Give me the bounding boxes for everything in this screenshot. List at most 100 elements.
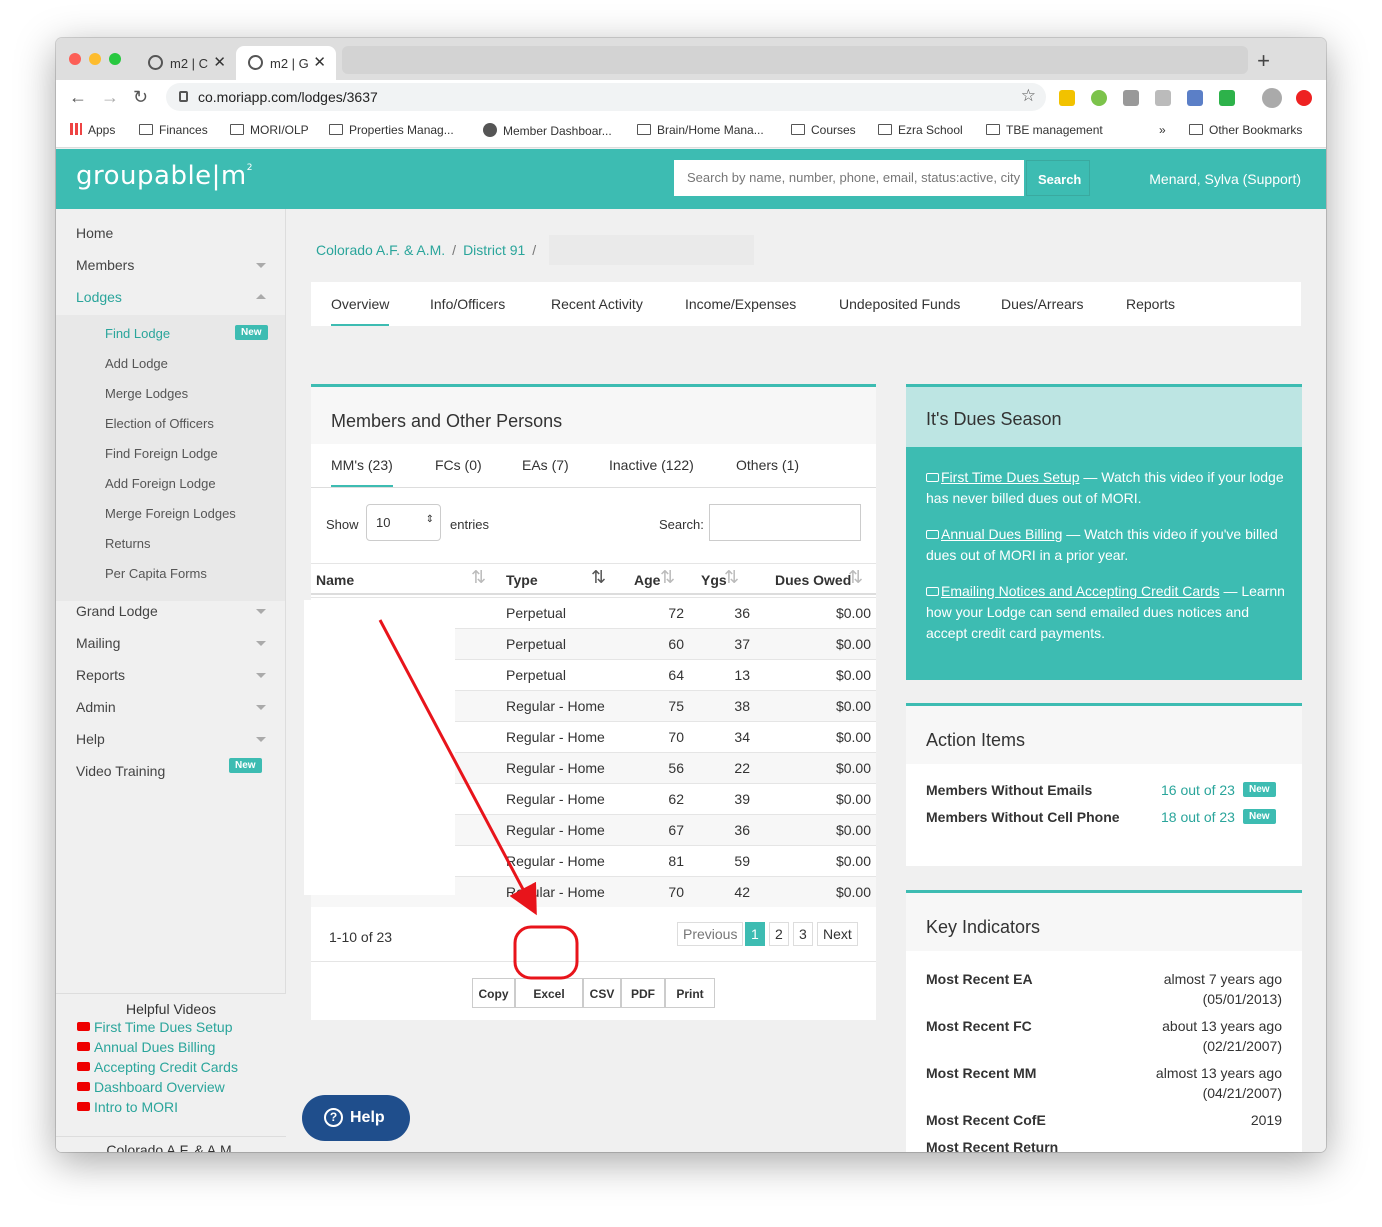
video-link-dashboard[interactable]: Dashboard Overview (77, 1079, 225, 1095)
print-button[interactable]: Print (665, 978, 715, 1008)
subtab-mms[interactable]: MM's (23) (331, 457, 393, 487)
new-tab-icon[interactable]: + (1257, 48, 1270, 74)
bookmarks-overflow-icon[interactable]: » (1159, 123, 1166, 137)
tab-income-expenses[interactable]: Income/Expenses (685, 296, 796, 312)
dropbox-icon[interactable] (1123, 90, 1139, 106)
tab-dues-arrears[interactable]: Dues/Arrears (1001, 296, 1083, 312)
bookmark-tbe[interactable]: TBE management (986, 123, 1103, 137)
camera-icon[interactable] (1187, 90, 1203, 106)
tab-overview[interactable]: Overview (331, 296, 390, 326)
video-link-credit-cards[interactable]: Accepting Credit Cards (77, 1059, 238, 1075)
dues-link-emailing[interactable]: Emailing Notices and Accepting Credit Ca… (941, 583, 1220, 599)
sidebar-item-add-foreign-lodge[interactable]: Add Foreign Lodge (105, 476, 216, 491)
subtab-inactive[interactable]: Inactive (122) (609, 457, 694, 473)
sidebar-item-merge-lodges[interactable]: Merge Lodges (105, 386, 188, 401)
bookmark-finances[interactable]: Finances (139, 123, 208, 137)
tab-recent-activity[interactable]: Recent Activity (551, 296, 643, 312)
column-header-type[interactable]: Type (506, 572, 538, 588)
tab-info-officers[interactable]: Info/Officers (430, 296, 505, 312)
video-link-intro[interactable]: Intro to MORI (77, 1099, 178, 1115)
breadcrumb-district[interactable]: District 91 (463, 242, 525, 258)
action-item-value[interactable]: 16 out of 23 (1161, 782, 1235, 798)
previous-page-button[interactable]: Previous (677, 922, 744, 946)
subtab-fcs[interactable]: FCs (0) (435, 457, 482, 473)
groupable-logo[interactable]: groupable|m2 (76, 161, 253, 191)
sidebar-item-members[interactable]: Members (76, 257, 134, 273)
video-link-annual-dues[interactable]: Annual Dues Billing (77, 1039, 215, 1055)
browser-tab-2[interactable]: m2 | G ✕ (236, 46, 336, 80)
help-button[interactable]: ? Help (302, 1095, 410, 1141)
extension-icon[interactable] (1091, 90, 1107, 106)
search-button[interactable]: Search (1026, 160, 1090, 196)
subtab-eas[interactable]: EAs (7) (522, 457, 569, 473)
sidebar-item-lodges[interactable]: Lodges (76, 289, 122, 305)
entries-select[interactable]: 10 ⇕ (366, 504, 441, 541)
video-link-first-time-dues[interactable]: First Time Dues Setup (77, 1019, 233, 1035)
close-tab-icon[interactable]: ✕ (213, 53, 226, 71)
extension-icon[interactable] (1219, 90, 1235, 106)
next-page-button[interactable]: Next (817, 922, 858, 946)
sort-asc-icon[interactable]: ⇅ (591, 567, 606, 588)
bookmark-mori[interactable]: MORI/OLP (230, 123, 309, 137)
forward-icon[interactable]: → (101, 87, 119, 108)
column-header-ygs[interactable]: Ygs (701, 572, 727, 588)
profile-avatar[interactable] (1262, 88, 1282, 108)
user-menu[interactable]: Menard, Sylva (Support) (1149, 171, 1301, 187)
page-3-button[interactable]: 3 (793, 922, 813, 946)
bookmark-other[interactable]: Other Bookmarks (1189, 123, 1302, 137)
extension-icon[interactable] (1059, 90, 1075, 106)
tab-undeposited-funds[interactable]: Undeposited Funds (839, 296, 960, 312)
sort-icon[interactable]: ⇅ (848, 567, 863, 588)
reload-icon[interactable]: ↻ (133, 87, 148, 108)
sidebar-item-find-lodge[interactable]: Find Lodge (105, 326, 170, 341)
address-bar[interactable]: co.moriapp.com/lodges/3637 ☆ (166, 83, 1046, 111)
sidebar-item-admin[interactable]: Admin (76, 699, 116, 715)
bookmark-apps[interactable]: Apps (70, 123, 115, 137)
close-tab-icon[interactable]: ✕ (313, 53, 326, 71)
extension-icon[interactable] (1155, 90, 1171, 106)
browser-tab-1[interactable]: m2 | C ✕ (136, 46, 236, 80)
bookmark-member-dashboard[interactable]: Member Dashboar... (483, 123, 612, 138)
sidebar-item-grand-lodge[interactable]: Grand Lodge (76, 603, 158, 619)
sidebar-item-election-of-officers[interactable]: Election of Officers (105, 416, 214, 431)
excel-button[interactable]: Excel (515, 978, 583, 1008)
global-search-input[interactable]: Search by name, number, phone, email, st… (674, 160, 1024, 196)
sort-icon[interactable]: ⇅ (471, 567, 486, 588)
dues-link-annual[interactable]: Annual Dues Billing (941, 526, 1062, 542)
subtab-others[interactable]: Others (1) (736, 457, 799, 473)
sidebar-item-mailing[interactable]: Mailing (76, 635, 120, 651)
tab-reports[interactable]: Reports (1126, 296, 1175, 312)
sidebar-item-find-foreign-lodge[interactable]: Find Foreign Lodge (105, 446, 218, 461)
back-icon[interactable]: ← (69, 87, 87, 108)
dues-link-first-time[interactable]: First Time Dues Setup (941, 469, 1080, 485)
column-header-age[interactable]: Age (634, 572, 660, 588)
bookmark-properties[interactable]: Properties Manag... (329, 123, 454, 137)
breadcrumb-grand-lodge[interactable]: Colorado A.F. & A.M. (316, 242, 445, 258)
close-window-icon[interactable] (69, 53, 81, 65)
bookmark-brain-home[interactable]: Brain/Home Mana... (637, 123, 764, 137)
sidebar-item-help[interactable]: Help (76, 731, 105, 747)
column-header-dues-owed[interactable]: Dues Owed (775, 572, 851, 588)
table-search-input[interactable] (709, 504, 861, 541)
minimize-window-icon[interactable] (89, 53, 101, 65)
copy-button[interactable]: Copy (472, 978, 515, 1008)
sidebar-item-reports[interactable]: Reports (76, 667, 125, 683)
bookmark-star-icon[interactable]: ☆ (1021, 86, 1036, 106)
sidebar-item-video-training[interactable]: Video Training (76, 763, 165, 779)
action-item-value[interactable]: 18 out of 23 (1161, 809, 1235, 825)
sidebar-item-returns[interactable]: Returns (105, 536, 151, 551)
sidebar-item-merge-foreign-lodges[interactable]: Merge Foreign Lodges (105, 506, 236, 521)
zoom-window-icon[interactable] (109, 53, 121, 65)
column-header-name[interactable]: Name (316, 572, 354, 588)
bookmark-courses[interactable]: Courses (791, 123, 856, 137)
bookmark-ezra-school[interactable]: Ezra School (878, 123, 963, 137)
sidebar-item-home[interactable]: Home (76, 225, 113, 241)
sidebar-item-per-capita-forms[interactable]: Per Capita Forms (105, 566, 207, 581)
sort-icon[interactable]: ⇅ (724, 567, 739, 588)
extension-icon[interactable] (1296, 90, 1312, 106)
sidebar-item-add-lodge[interactable]: Add Lodge (105, 356, 168, 371)
sort-icon[interactable]: ⇅ (660, 567, 675, 588)
pdf-button[interactable]: PDF (621, 978, 665, 1008)
page-2-button[interactable]: 2 (769, 922, 789, 946)
csv-button[interactable]: CSV (583, 978, 621, 1008)
